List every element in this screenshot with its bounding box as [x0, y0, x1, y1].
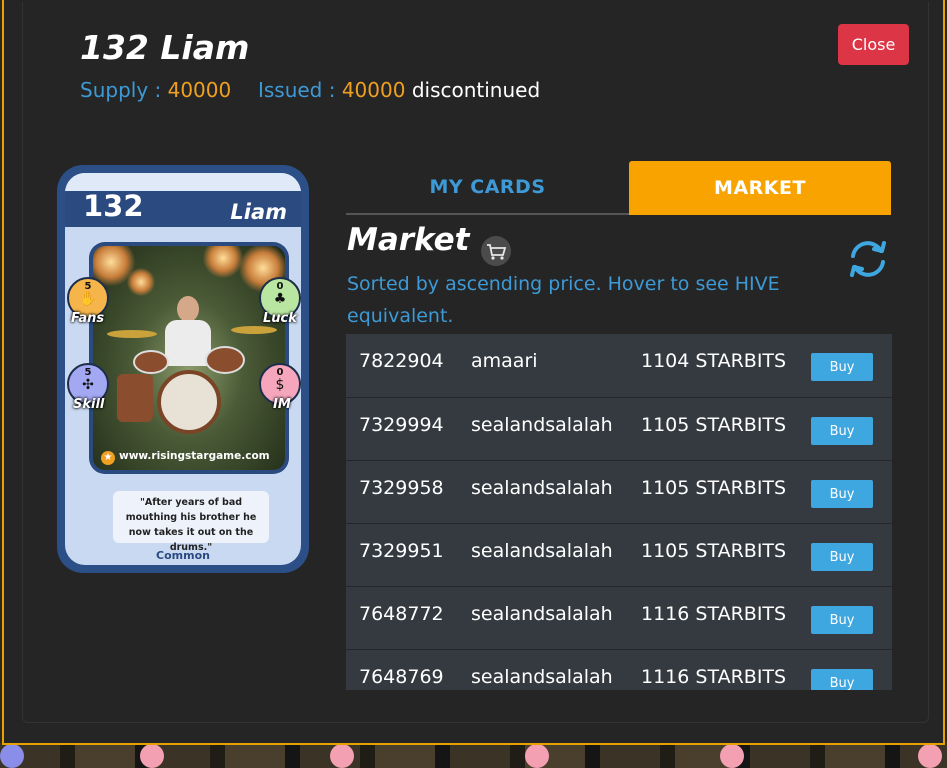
- card-image: 132 Liam ★ www.risingstargame.com 5 ✋ Fa…: [57, 165, 309, 573]
- table-row: 7329951 sealandsalalah 1105 STARBITS Buy: [346, 523, 892, 586]
- listing-seller: amaari: [471, 350, 538, 372]
- refresh-icon[interactable]: [845, 236, 891, 282]
- buy-button[interactable]: Buy: [811, 669, 873, 690]
- supply-info: Supply : 40000 Issued : 40000 discontinu…: [80, 78, 540, 102]
- market-heading: Market: [347, 222, 470, 258]
- card-title: 132 Liam: [80, 28, 250, 67]
- im-icon: $: [275, 377, 285, 393]
- cymbal: [107, 330, 157, 338]
- background-badge: [140, 744, 164, 768]
- background-badge: [525, 744, 549, 768]
- listing-id: 7329951: [359, 540, 444, 562]
- card-quote: "After years of bad mouthing his brother…: [113, 491, 269, 553]
- drum-bass: [157, 370, 221, 434]
- buy-button[interactable]: Buy: [811, 606, 873, 634]
- market-listings-table: 7822904 amaari 1104 STARBITS Buy 7329994…: [346, 334, 892, 690]
- drum-tom: [133, 350, 169, 374]
- listing-id: 7329958: [359, 477, 444, 499]
- listing-price: 1105 STARBITS: [641, 414, 787, 436]
- listing-seller: sealandsalalah: [471, 414, 613, 436]
- listing-price: 1116 STARBITS: [641, 603, 787, 625]
- listing-id: 7648772: [359, 603, 444, 625]
- card-website: www.risingstargame.com: [119, 450, 270, 462]
- listing-price: 1105 STARBITS: [641, 540, 787, 562]
- listing-id: 7648769: [359, 666, 444, 688]
- listing-price: 1105 STARBITS: [641, 477, 787, 499]
- background-badge: [918, 744, 942, 768]
- card-face: 132 Liam ★ www.risingstargame.com 5 ✋ Fa…: [65, 173, 301, 565]
- buy-button[interactable]: Buy: [811, 353, 873, 381]
- listing-price: 1116 STARBITS: [641, 666, 787, 688]
- card-photo-frame: ★ www.risingstargame.com: [89, 242, 289, 474]
- cart-icon: [481, 236, 511, 266]
- table-row: 7329994 sealandsalalah 1105 STARBITS Buy: [346, 397, 892, 460]
- luck-label: Luck: [263, 311, 297, 326]
- table-row: 7648772 sealandsalalah 1116 STARBITS Buy: [346, 586, 892, 649]
- drummer-head: [177, 296, 199, 322]
- im-label: IM: [273, 397, 291, 412]
- fans-label: Fans: [71, 311, 105, 326]
- stage-light: [203, 246, 243, 278]
- background-badge: [720, 744, 744, 768]
- supply-value: 40000: [167, 78, 232, 102]
- tab-market[interactable]: MARKET: [629, 161, 891, 215]
- table-row: 7822904 amaari 1104 STARBITS Buy: [346, 334, 892, 397]
- background-badge: [330, 744, 354, 768]
- issued-value: 40000: [341, 78, 406, 102]
- listing-id: 7329994: [359, 414, 444, 436]
- card-rarity: Common: [156, 549, 210, 562]
- skill-label: Skill: [73, 397, 105, 412]
- cymbal: [231, 326, 277, 334]
- issued-label: Issued :: [257, 78, 336, 102]
- star-icon: ★: [101, 451, 115, 465]
- sort-note: Sorted by ascending price. Hover to see …: [347, 273, 780, 327]
- close-button[interactable]: Close: [838, 24, 909, 65]
- listing-price: 1104 STARBITS: [641, 350, 787, 372]
- drum-floor-tom: [117, 374, 153, 422]
- listing-seller: sealandsalalah: [471, 666, 613, 688]
- table-row: 7648769 sealandsalalah 1116 STARBITS Buy: [346, 649, 892, 690]
- card-name: Liam: [230, 200, 287, 224]
- listing-seller: sealandsalalah: [471, 540, 613, 562]
- drum-tom: [205, 346, 245, 374]
- stage-light: [127, 268, 155, 296]
- status-text: discontinued: [411, 78, 541, 102]
- skill-icon: ✣: [82, 377, 94, 393]
- supply-label: Supply :: [80, 78, 162, 102]
- tab-my-cards[interactable]: MY CARDS: [346, 161, 629, 215]
- luck-icon: ♣: [273, 291, 287, 307]
- table-row: 7329958 sealandsalalah 1105 STARBITS Buy: [346, 460, 892, 523]
- card-number: 132: [83, 189, 144, 223]
- listing-seller: sealandsalalah: [471, 477, 613, 499]
- listing-seller: sealandsalalah: [471, 603, 613, 625]
- fans-icon: ✋: [79, 291, 97, 307]
- card-photo: ★ www.risingstargame.com: [93, 246, 285, 470]
- listing-id: 7822904: [359, 350, 444, 372]
- buy-button[interactable]: Buy: [811, 543, 873, 571]
- buy-button[interactable]: Buy: [811, 417, 873, 445]
- background-badge: [0, 744, 24, 768]
- buy-button[interactable]: Buy: [811, 480, 873, 508]
